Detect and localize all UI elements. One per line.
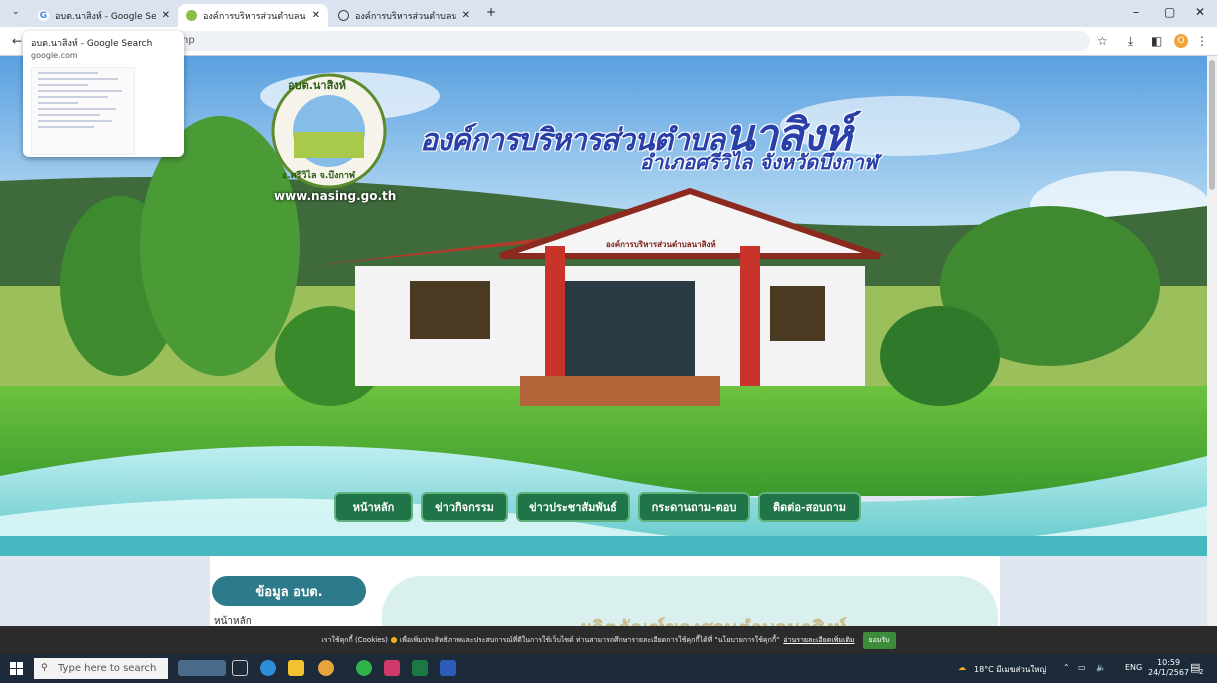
tray-chevron-icon[interactable]: ⌃ xyxy=(1063,663,1070,672)
cookie-text: เพื่อเพิ่มประสิทธิภาพและประสบการณ์ที่ดีใ… xyxy=(399,635,780,644)
taskbar-news-widget-icon[interactable] xyxy=(178,660,226,676)
hover-card-thumbnail xyxy=(31,67,135,155)
tab-title: อบต.นาสิงห์ - Google Search xyxy=(55,11,156,22)
nav-activities-button[interactable]: ข่าวกิจกรรม xyxy=(421,492,508,522)
word-icon[interactable] xyxy=(440,660,456,676)
site-url: www.nasing.go.th xyxy=(274,189,397,203)
close-tab-icon[interactable]: ✕ xyxy=(462,10,470,21)
weather-text[interactable]: 18°C มีเมฆส่วนใหญ่ xyxy=(974,663,1046,676)
windows-taskbar: Type here to search ⚲ ☁ 18°C มีเมฆส่วนให… xyxy=(0,654,1217,683)
logo-top-text: อบต.นาสิงห์ xyxy=(288,79,346,92)
nav-qa-board-button[interactable]: กระดานถาม-ตอบ xyxy=(638,492,750,522)
cookie-accept-button[interactable]: ยอมรับ xyxy=(862,631,896,649)
side-panel-icon[interactable]: ◧ xyxy=(1151,34,1162,48)
building-sign: องค์การบริหารส่วนตำบลนาสิงห์ xyxy=(606,240,716,249)
nav-news-button[interactable]: ข่าวประชาสัมพันธ์ xyxy=(516,492,630,522)
download-icon[interactable]: ⤓ xyxy=(1128,34,1133,49)
cookie-details-link[interactable]: อ่านรายละเอียดเพิ่มเติม xyxy=(783,635,854,646)
scrollbar-thumb[interactable] xyxy=(1209,60,1215,190)
windows-start-icon[interactable] xyxy=(10,662,23,675)
cookie-consent-bar: เราใช้คุกกี้ (Cookies) เพื่อเพิ่มประสิทธ… xyxy=(0,626,1217,654)
close-tab-icon[interactable]: ✕ xyxy=(312,10,320,21)
maximize-button[interactable]: ▢ xyxy=(1164,5,1175,19)
nav-home-button[interactable]: หน้าหลัก xyxy=(334,492,413,522)
tab-nasing-active[interactable]: องค์การบริหารส่วนตำบลนาสิงห์ อำเ... ✕ xyxy=(178,4,328,27)
chrome-icon[interactable] xyxy=(318,660,334,676)
hover-card-title: อบต.นาสิงห์ - Google Search xyxy=(31,39,153,49)
edge-icon[interactable] xyxy=(260,660,276,676)
file-explorer-icon[interactable] xyxy=(288,660,304,676)
address-bar[interactable]: hp xyxy=(60,31,1090,51)
weather-icon: ☁ xyxy=(958,663,966,672)
notification-count: 2 xyxy=(1199,668,1204,676)
back-arrow-icon[interactable]: ← xyxy=(12,34,22,48)
excel-icon[interactable] xyxy=(412,660,428,676)
taskbar-search-input[interactable]: Type here to search xyxy=(34,658,168,679)
site-icon xyxy=(186,10,197,21)
tab-hover-card: อบต.นาสิงห์ - Google Search google.com xyxy=(23,31,184,157)
cookie-icon xyxy=(390,637,397,643)
tab-title: องค์การบริหารส่วนตำบลนาสิงห์ อำเ... xyxy=(203,11,306,22)
tab-title: องค์การบริหารส่วนตำบลนาสิงห์ อำเ... xyxy=(355,11,456,22)
app-icon[interactable] xyxy=(384,660,400,676)
search-icon: ⚲ xyxy=(41,663,48,673)
more-menu-icon[interactable]: ⋮ xyxy=(1196,34,1208,48)
logo-bottom-text: อ.ศรีวิไล จ.บึงกาฬ xyxy=(282,171,356,181)
close-window-button[interactable]: ✕ xyxy=(1195,5,1205,19)
clock-date: 24/1/2567 xyxy=(1148,668,1190,677)
main-navigation: หน้าหลัก ข่าวกิจกรรม ข่าวประชาสัมพันธ์ ก… xyxy=(334,492,861,522)
home-link[interactable]: หน้าหลัก xyxy=(214,614,252,626)
site-subtitle: อำเภอศรีวิไล จังหวัดบึงกาฬ xyxy=(640,150,878,174)
nav-contact-button[interactable]: ติดต่อ-สอบถาม xyxy=(758,492,861,522)
profile-avatar[interactable]: O xyxy=(1174,34,1188,48)
tab-nasing-2[interactable]: องค์การบริหารส่วนตำบลนาสิงห์ อำเ... ✕ xyxy=(330,4,478,27)
tab-search-chevron-icon[interactable]: ⌄ xyxy=(12,7,20,17)
info-section-header[interactable]: ข้อมูล อบต. xyxy=(212,576,366,606)
clock-time: 10:59 xyxy=(1156,658,1181,667)
new-tab-button[interactable]: + xyxy=(486,5,496,19)
bookmark-star-icon[interactable]: ☆ xyxy=(1097,34,1108,48)
line-icon[interactable] xyxy=(356,660,372,676)
volume-icon[interactable]: 🔈 xyxy=(1096,663,1106,672)
featured-heading: ผลิตภัณฑ์ของสวนตำบลนาสิงห์ xyxy=(580,612,847,626)
globe-icon xyxy=(338,10,349,21)
tab-google-search[interactable]: G อบต.นาสิงห์ - Google Search ✕ xyxy=(30,4,178,27)
taskbar-clock[interactable]: 10:59 24/1/2567 xyxy=(1148,658,1189,678)
cookie-prefix: เราใช้คุกกี้ (Cookies) xyxy=(321,635,388,644)
hover-card-url: google.com xyxy=(31,51,78,60)
network-icon[interactable]: ▭ xyxy=(1078,663,1086,672)
minimize-button[interactable]: – xyxy=(1133,5,1139,19)
language-indicator[interactable]: ENG xyxy=(1125,663,1142,672)
task-view-icon[interactable] xyxy=(232,660,248,676)
google-icon: G xyxy=(38,10,49,21)
close-tab-icon[interactable]: ✕ xyxy=(162,10,170,21)
browser-tab-strip: ⌄ G อบต.นาสิงห์ - Google Search ✕ องค์กา… xyxy=(0,0,1217,27)
